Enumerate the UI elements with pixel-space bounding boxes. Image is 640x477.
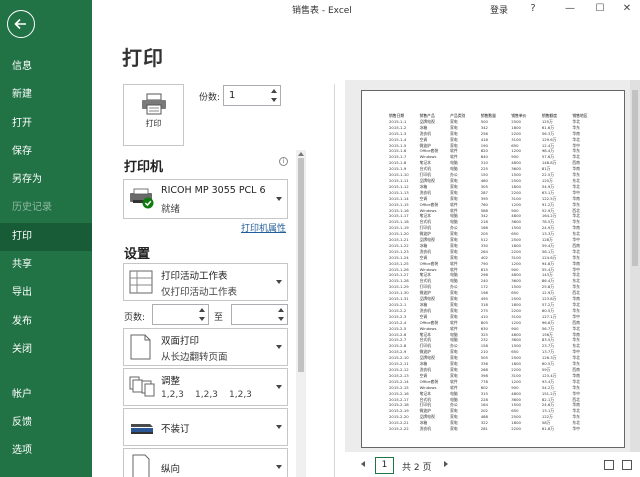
panel-divider <box>334 84 335 477</box>
spin-up-icon[interactable] <box>278 308 284 312</box>
table-cell: 家电 <box>450 426 458 432</box>
printer-status: 就绪 <box>161 204 181 215</box>
settings-heading: 设置 <box>124 247 151 262</box>
nav-open[interactable]: 打开 <box>0 110 92 138</box>
preview-page: 销售日期 销售产品 产品类别 销售数量 销售单价 销售额度 销售地区 2015-1-1 品牌电… <box>361 90 625 448</box>
pages-from-input[interactable] <box>152 304 209 325</box>
minimize-button[interactable]: — <box>559 0 581 18</box>
nav-export[interactable]: 导出 <box>0 279 92 307</box>
scroll-up-icon[interactable] <box>298 152 304 156</box>
spin-up-icon[interactable] <box>271 89 277 93</box>
nav-print[interactable]: 打印 <box>0 223 92 251</box>
copies-stepper[interactable]: 1 <box>223 85 281 106</box>
chevron-down-icon <box>276 280 282 284</box>
print-what-dropdown[interactable]: 打印活动工作表 仅打印活动工作表 <box>123 263 288 301</box>
nav-new[interactable]: 新建 <box>0 81 92 109</box>
duplex-value: 双面打印 <box>161 336 200 347</box>
chevron-down-icon <box>276 197 282 201</box>
chevron-down-icon <box>276 465 282 469</box>
print-button-label: 打印 <box>145 119 162 128</box>
title-bar: 销售表 - Excel 登录 ? — ☐ ✕ <box>92 0 640 18</box>
maximize-button[interactable]: ☐ <box>589 0 611 18</box>
collate-icon <box>129 376 155 397</box>
pages-to-label: 至 <box>214 313 224 323</box>
print-button[interactable]: 打印 <box>123 84 184 146</box>
collate-dropdown[interactable]: 调整 1,2,3 1,2,3 1,2,3 <box>123 368 288 406</box>
nav-account[interactable]: 帐户 <box>0 381 92 409</box>
table-cell: 洗衣机 <box>419 426 431 432</box>
nav-save-as[interactable]: 另存为 <box>0 166 92 194</box>
back-arrow-icon <box>14 18 26 30</box>
current-page-input[interactable]: 1 <box>375 457 394 474</box>
nav-close[interactable]: 关闭 <box>0 336 92 364</box>
prev-page-icon[interactable] <box>361 461 365 467</box>
pages-label: 页数: <box>124 313 146 323</box>
table-cell: 61.8万 <box>541 426 555 432</box>
spin-up-icon[interactable] <box>199 308 205 312</box>
info-icon[interactable]: i <box>279 157 288 166</box>
page-count: 共 2 页 <box>402 463 432 473</box>
show-margins-icon[interactable] <box>604 460 614 470</box>
printer-ready-icon <box>130 188 154 209</box>
backstage-nav: 信息 新建 打开 保存 另存为 历史记录 打印 共享 导出 发布 关闭 帐户 反… <box>0 0 92 477</box>
nav-share[interactable]: 共享 <box>0 251 92 279</box>
table-row: 2015-2-22 洗衣机 家电 281 2200 61.8万 华中 <box>388 426 602 432</box>
help-button[interactable]: ? <box>522 0 544 18</box>
nav-info[interactable]: 信息 <box>0 53 92 81</box>
preview-scroll-thumb[interactable] <box>632 90 638 266</box>
stapler-icon <box>131 424 153 434</box>
close-button[interactable]: ✕ <box>616 0 638 18</box>
nav-history: 历史记录 <box>12 202 52 213</box>
printer-properties-link[interactable]: 打印机属性 <box>241 221 286 234</box>
back-button[interactable] <box>7 10 35 38</box>
page-title: 打印 <box>122 46 164 70</box>
settings-scroll-thumb[interactable] <box>298 158 304 372</box>
printer-heading: 打印机 <box>124 160 164 175</box>
printer-name: RICOH MP 3055 PCL 6 <box>161 185 266 196</box>
preview-scrollbar[interactable] <box>630 80 640 452</box>
nav-feedback[interactable]: 反馈 <box>0 409 92 437</box>
print-what-desc: 仅打印活动工作表 <box>161 287 238 298</box>
printer-icon <box>142 93 166 115</box>
preview-page-nav: 1 共 2 页 <box>345 452 640 477</box>
settings-scrollbar[interactable] <box>296 150 306 477</box>
table-cell: 2200 <box>511 426 521 432</box>
pages-to-input[interactable] <box>231 304 288 325</box>
staple-value: 不装订 <box>161 424 190 435</box>
spin-down-icon[interactable] <box>199 317 205 321</box>
nav-options[interactable]: 选项 <box>0 437 92 465</box>
table-cell: 2015-2-22 <box>389 426 409 432</box>
preview-table: 销售日期 销售产品 产品类别 销售数量 销售单价 销售额度 销售地区 2015-1-1 品牌电… <box>388 113 602 432</box>
orientation-dropdown[interactable]: 纵向 <box>123 448 288 477</box>
zoom-to-page-icon[interactable] <box>622 460 632 470</box>
copies-spinner[interactable] <box>269 86 280 105</box>
collate-seq-3: 1,2,3 <box>229 390 252 400</box>
collate-seq-2: 1,2,3 <box>195 390 218 400</box>
collate-seq-1: 1,2,3 <box>161 390 184 400</box>
chevron-down-icon <box>276 425 282 429</box>
nav-save[interactable]: 保存 <box>0 138 92 166</box>
table-cell: 华中 <box>572 426 580 432</box>
duplex-dropdown[interactable]: 双面打印 从长边翻转页面 <box>123 328 288 366</box>
spin-down-icon[interactable] <box>271 98 277 102</box>
table-cell: 281 <box>480 426 488 432</box>
collate-value: 调整 <box>161 376 181 387</box>
print-what-value: 打印活动工作表 <box>161 271 228 282</box>
duplex-desc: 从长边翻转页面 <box>161 352 228 363</box>
sign-in-link[interactable]: 登录 <box>490 3 508 16</box>
window-title: 销售表 - Excel <box>292 6 352 16</box>
duplex-page-icon <box>130 334 151 360</box>
spin-down-icon[interactable] <box>278 317 284 321</box>
staple-dropdown[interactable]: 不装订 <box>123 408 288 446</box>
chevron-down-icon <box>276 345 282 349</box>
chevron-down-icon <box>276 385 282 389</box>
next-page-icon[interactable] <box>444 461 448 467</box>
printer-dropdown[interactable]: RICOH MP 3055 PCL 6 就绪 <box>123 179 288 219</box>
copies-label: 份数: <box>199 93 221 103</box>
copies-value: 1 <box>229 90 236 101</box>
portrait-page-icon <box>132 454 150 477</box>
orientation-value: 纵向 <box>161 464 181 475</box>
nav-publish[interactable]: 发布 <box>0 308 92 336</box>
worksheet-icon <box>129 270 153 294</box>
